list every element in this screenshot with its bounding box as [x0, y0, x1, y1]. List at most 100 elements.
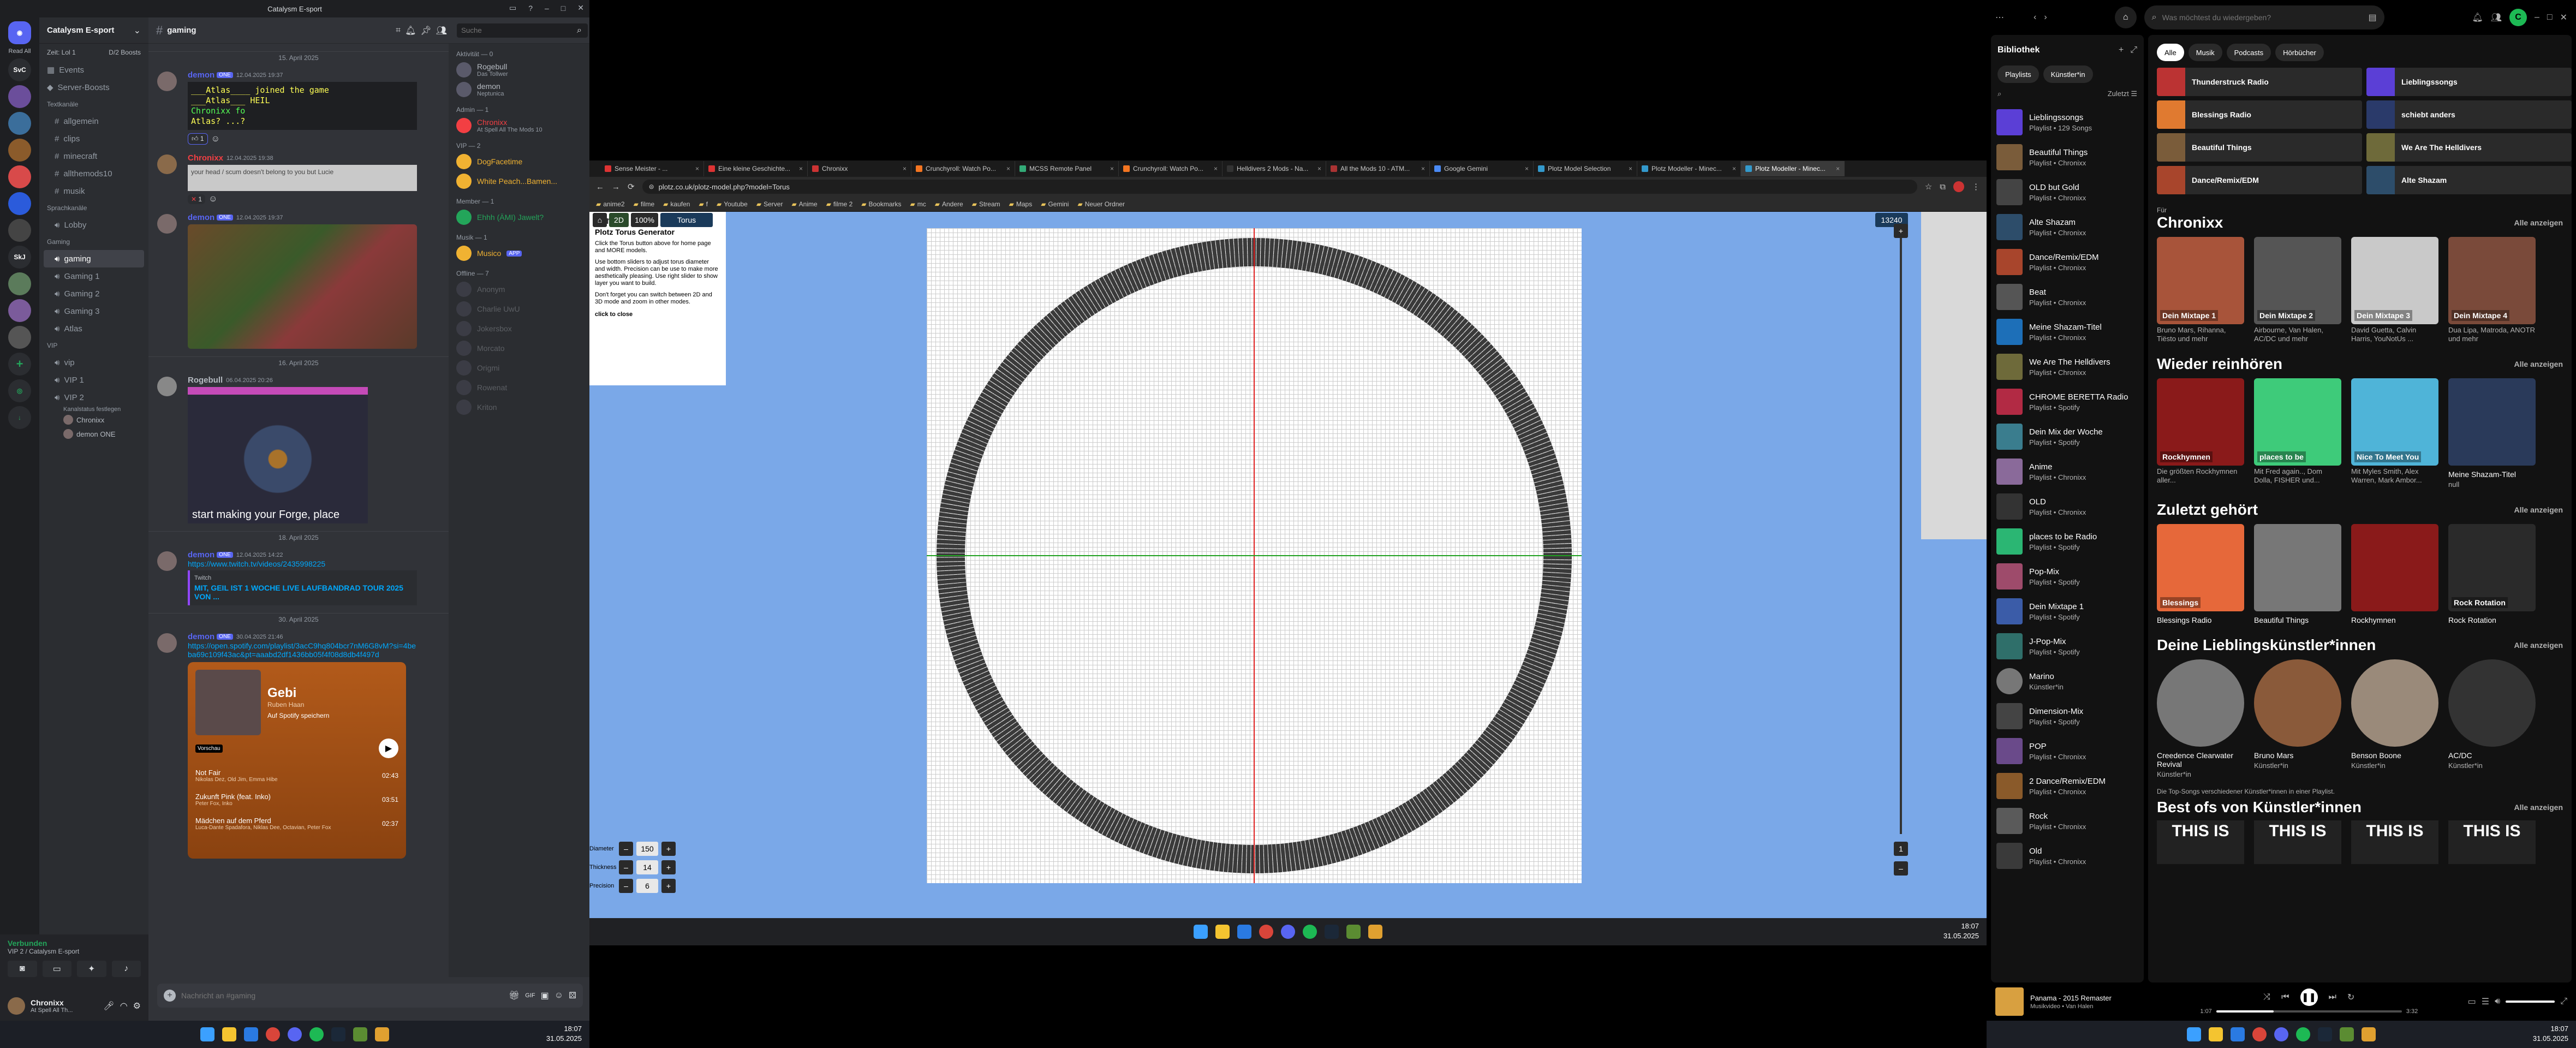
sort-button[interactable]: Zuletzt ☰ [2108, 90, 2137, 98]
link-embed[interactable]: Twitch MIT, GEIL IST 1 WOCHE LIVE LAUFBA… [188, 570, 417, 605]
pin-icon[interactable]: 📌︎ [420, 25, 431, 36]
server-icon[interactable] [8, 192, 31, 215]
section-title[interactable]: Chronixx [2157, 214, 2223, 231]
message-author[interactable]: Chronixx [188, 153, 223, 163]
add-reaction-icon[interactable]: ☺ [211, 134, 220, 144]
tab-close-icon[interactable]: × [1421, 165, 1425, 172]
library-item[interactable]: We Are The Helldivers Playlist • Chronixx [1991, 349, 2144, 384]
bookmark-item[interactable]: ▰ Anime [791, 200, 817, 208]
member-item[interactable]: White Peach...Bamen... [449, 171, 589, 191]
increase-button[interactable]: + [661, 842, 676, 856]
bookmark-item[interactable]: ▰ Maps [1009, 200, 1033, 208]
now-playing-thumb[interactable] [1995, 987, 2024, 1016]
spotify-icon[interactable] [1303, 925, 1317, 939]
member-item[interactable]: Chronixx At Spell All The Mods 10 [449, 116, 589, 135]
channel-item[interactable]: # allthemods10 [39, 165, 148, 182]
media-card[interactable]: Dein Mixtape 1 Bruno Mars, Rihanna, Tiëst… [2157, 237, 2244, 343]
library-item[interactable]: Old Playlist • Chronixx [1991, 838, 2144, 873]
home-button[interactable]: ◉ [8, 21, 31, 44]
library-item[interactable]: Beat Playlist • Chronixx [1991, 279, 2144, 314]
explorer-icon[interactable] [2209, 1027, 2223, 1041]
bookmark-item[interactable]: ▰ f [699, 200, 708, 208]
channel-item[interactable]: # allgemein [39, 112, 148, 130]
mode-toggle[interactable]: 2D [609, 213, 629, 227]
close-icon[interactable]: ✕ [2560, 12, 2567, 23]
queue-icon[interactable]: ☰ [2482, 996, 2489, 1007]
channel-item[interactable]: # musik [39, 182, 148, 200]
gear-icon[interactable]: ⚙ [133, 1001, 141, 1011]
library-title[interactable]: Bibliothek [1997, 45, 2040, 55]
library-item[interactable]: Dein Mix der Woche Playlist • Spotify [1991, 419, 2144, 454]
app-icon[interactable] [2362, 1027, 2376, 1041]
browser-tab[interactable]: Crunchyroll: Watch Po... × [911, 161, 1015, 176]
show-all-link[interactable]: Alle anzeigen [2514, 218, 2563, 227]
control-value[interactable]: 150 [636, 842, 658, 856]
close-info-link[interactable]: click to close [595, 311, 720, 318]
library-item[interactable]: Beautiful Things Playlist • Chronixx [1991, 140, 2144, 175]
threads-icon[interactable]: ⌗ [396, 26, 401, 35]
read-all-label[interactable]: Read All [0, 48, 39, 55]
forward-icon[interactable]: › [2044, 13, 2047, 22]
gif-icon[interactable]: GIF [525, 992, 535, 999]
screen-share-button[interactable]: ▭ [42, 961, 71, 977]
bookmark-item[interactable]: ▰ kaufen [663, 200, 690, 208]
show-all-link[interactable]: Alle anzeigen [2514, 360, 2563, 368]
browser-tab[interactable]: Google Gemini × [1430, 161, 1534, 176]
more-icon[interactable]: ⋯ [1995, 12, 2004, 23]
bookmark-item[interactable]: ▰ Bookmarks [861, 200, 901, 208]
channel-item[interactable]: 🔊︎ Gaming 2 [39, 285, 148, 302]
home-icon[interactable]: ⌂ [593, 213, 607, 227]
avatar[interactable] [157, 154, 177, 174]
windows-start-icon[interactable] [2187, 1027, 2201, 1041]
media-card[interactable]: Rockhymnen [2351, 524, 2438, 624]
channel-status[interactable]: Kanalstatus festlegen [39, 406, 148, 413]
tab-close-icon[interactable]: × [1732, 165, 1736, 172]
channel-category[interactable]: VIP [39, 337, 148, 354]
chip-music[interactable]: Musik [2188, 44, 2222, 61]
close-icon[interactable]: ✕ [577, 3, 584, 13]
reaction[interactable]: 👍︎ 1 [188, 133, 208, 145]
chrome-icon[interactable] [1259, 925, 1273, 939]
media-card[interactable]: Rockhymnen Die größten Rockhymnen aller..… [2157, 378, 2244, 485]
pause-button[interactable]: ❚❚ [2300, 989, 2318, 1006]
taskbar-clock[interactable]: 18:07 31.05.2025 [1943, 921, 1979, 941]
this-is-card[interactable]: THIS IS [2157, 820, 2244, 864]
server-icon[interactable] [8, 112, 31, 135]
avatar[interactable] [8, 997, 25, 1015]
channel-item[interactable]: 🔊︎ VIP 1 [39, 371, 148, 389]
search-icon[interactable]: ⌕ [1997, 90, 2001, 98]
member-item[interactable]: Rogebull Das Tollwer [449, 60, 589, 80]
extensions-icon[interactable]: ⧉ [1940, 182, 1946, 192]
reload-icon[interactable]: ⟳ [628, 182, 635, 192]
media-card[interactable]: Dein Mixtape 2 Airbourne, Van Halen, AC/D… [2254, 237, 2341, 343]
quick-pick[interactable]: schiebt anders [2366, 100, 2572, 129]
emoji-icon[interactable]: ☺ [554, 991, 563, 1001]
minimize-icon[interactable]: – [545, 4, 549, 13]
windows-start-icon[interactable] [200, 1027, 214, 1041]
progress-bar[interactable] [2216, 1010, 2402, 1013]
discord-icon[interactable] [288, 1027, 302, 1041]
minecraft-icon[interactable] [353, 1027, 367, 1041]
media-card[interactable]: Meine Shazam-Titel null [2448, 378, 2536, 489]
bookmark-item[interactable]: ▰ mc [910, 200, 926, 208]
bookmark-item[interactable]: ▰ Neuer Ordner [1077, 200, 1125, 208]
profile-icon[interactable] [1953, 181, 1964, 192]
filter-chip[interactable]: Playlists [1997, 66, 2039, 83]
bookmark-item[interactable]: ▰ filme 2 [826, 200, 853, 208]
add-reaction-icon[interactable]: ☺ [208, 194, 217, 204]
chrome-icon[interactable] [266, 1027, 280, 1041]
search-icon[interactable]: ⌕ [577, 26, 582, 35]
address-bar[interactable]: ⊜ plotz.co.uk/plotz-model.php?model=Toru… [642, 180, 1917, 194]
steam-icon[interactable] [331, 1027, 345, 1041]
windows-start-icon[interactable] [1194, 925, 1208, 939]
quick-pick[interactable]: Beautiful Things [2157, 133, 2362, 162]
apps-icon[interactable]: ⚄ [569, 990, 576, 1001]
search-input[interactable] [457, 23, 588, 38]
server-icon[interactable]: SvC [8, 58, 31, 81]
track-row[interactable]: Not Fair Nikolas Dez, Old Jim, Emma Hibe 0… [195, 764, 398, 788]
steam-icon[interactable] [2318, 1027, 2332, 1041]
control-value[interactable]: 14 [636, 860, 658, 874]
bookmark-item[interactable]: ▰ Gemini [1041, 200, 1069, 208]
message-link[interactable]: https://open.spotify.com/playlist/3acC9h… [188, 641, 417, 659]
section-title[interactable]: Best ofs von Künstler*innen [2157, 799, 2362, 816]
